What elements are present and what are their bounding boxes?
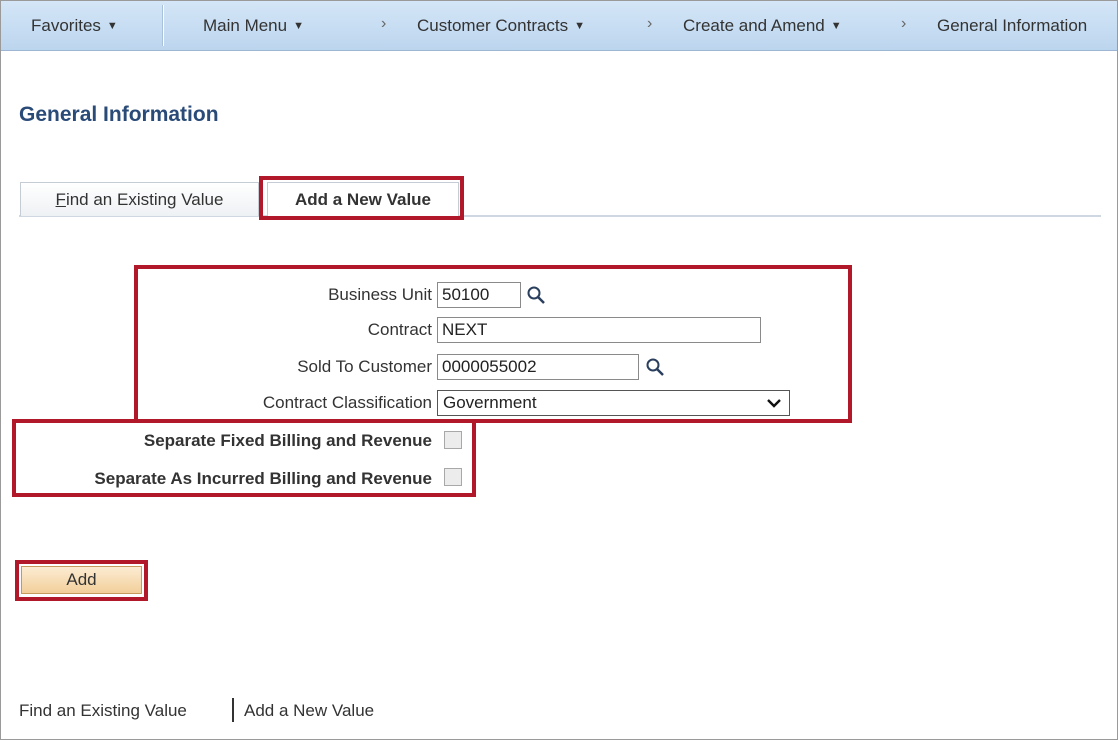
business-unit-input[interactable]	[437, 282, 521, 308]
tab-add-label: Add a New Value	[294, 190, 432, 209]
footer-add-link[interactable]: Add a New Value	[244, 701, 374, 721]
top-nav-bar: Favorites ▼ Main Menu ▼ › Customer Contrac…	[1, 1, 1117, 51]
caret-down-icon: ▼	[574, 20, 586, 32]
tab-find-existing-value[interactable]: Find an Existing Value	[20, 182, 259, 216]
tab-find-label: ind an Existing Value	[65, 190, 224, 209]
general-information-label: General Information	[937, 16, 1088, 35]
create-and-amend-label: Create and Amend	[683, 16, 825, 35]
footer-divider	[232, 698, 234, 722]
contract-classification-label: Contract Classification	[262, 393, 432, 412]
nav-divider	[163, 5, 164, 46]
add-button[interactable]: Add	[21, 566, 142, 594]
separate-fixed-label: Separate Fixed Billing and Revenue	[143, 431, 432, 450]
caret-down-icon: ▼	[293, 20, 304, 32]
breadcrumb-customer-contracts[interactable]: Customer Contracts ▼	[417, 16, 585, 36]
caret-down-icon: ▼	[830, 20, 842, 32]
customer-contracts-label: Customer Contracts	[417, 16, 569, 35]
contract-input[interactable]	[437, 317, 761, 343]
favorites-menu[interactable]: Favorites ▼	[31, 16, 118, 36]
business-unit-label: Business Unit	[328, 285, 432, 304]
separate-incurred-checkbox[interactable]	[444, 468, 462, 486]
sold-to-customer-input[interactable]	[437, 354, 639, 380]
contract-classification-value: Government	[443, 393, 537, 412]
magnifier-icon[interactable]	[526, 285, 546, 305]
footer-find-link[interactable]: Find an Existing Value	[19, 701, 187, 721]
chevron-right-icon: ›	[647, 15, 653, 32]
chevron-down-icon	[767, 399, 781, 408]
main-menu-label: Main Menu	[203, 16, 288, 35]
sold-to-customer-label: Sold To Customer	[297, 357, 432, 376]
separate-incurred-label: Separate As Incurred Billing and Revenue	[94, 469, 432, 488]
contract-label: Contract	[367, 320, 432, 339]
tab-add-new-value[interactable]: Add a New Value	[267, 182, 459, 217]
separate-fixed-checkbox[interactable]	[444, 431, 462, 449]
chevron-right-icon: ›	[901, 15, 907, 32]
page-title: General Information	[19, 103, 219, 126]
breadcrumb-create-and-amend[interactable]: Create and Amend ▼	[683, 16, 842, 36]
page-frame: Favorites ▼ Main Menu ▼ › Customer Contrac…	[0, 0, 1118, 740]
caret-down-icon: ▼	[106, 20, 118, 32]
tab-find-access-key: F	[55, 190, 66, 209]
breadcrumb-general-information[interactable]: General Information	[937, 16, 1087, 36]
magnifier-icon[interactable]	[645, 357, 665, 377]
chevron-right-icon: ›	[381, 15, 387, 32]
favorites-label: Favorites	[31, 16, 101, 35]
contract-classification-select[interactable]: Government	[437, 390, 790, 416]
main-menu[interactable]: Main Menu ▼	[203, 16, 304, 36]
